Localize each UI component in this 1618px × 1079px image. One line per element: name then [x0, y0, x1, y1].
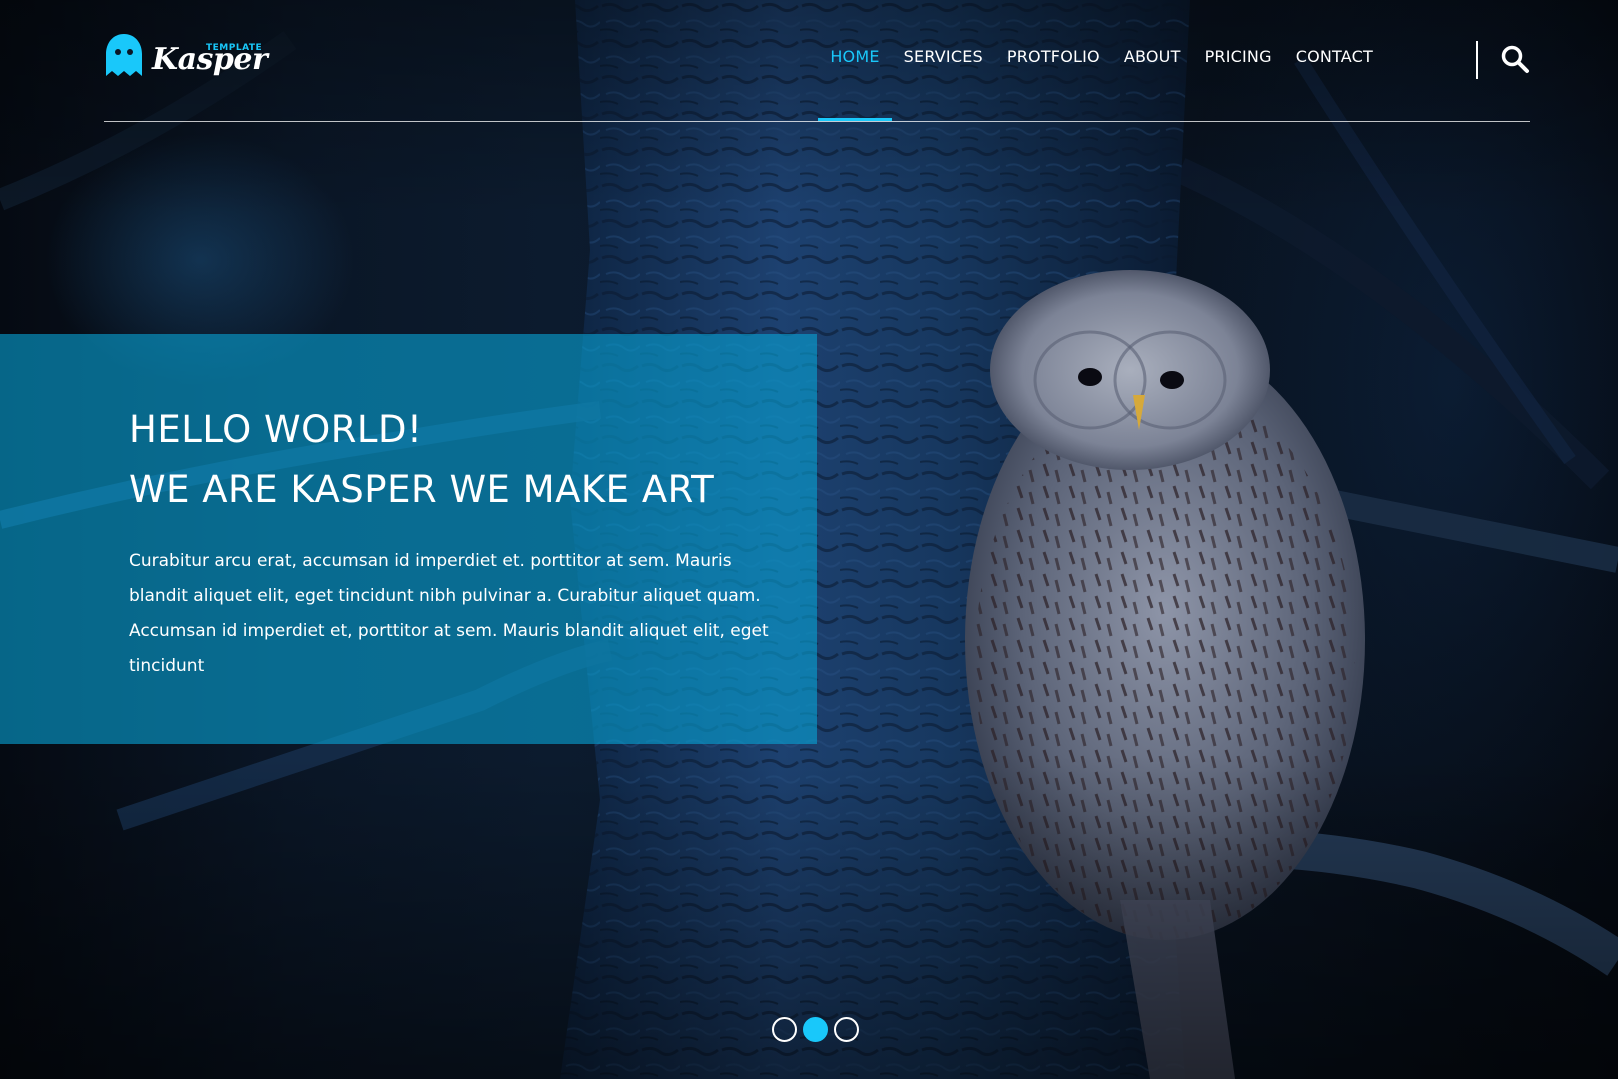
nav-item-home[interactable]: HOME [818, 46, 893, 121]
nav-item-pricing[interactable]: PRICING [1193, 46, 1284, 68]
nav-item-contact[interactable]: CONTACT [1284, 46, 1385, 68]
site-header: Kasper TEMPLATE HOME SERVICES PROTFOLIO … [104, 0, 1530, 122]
nav-item-about[interactable]: ABOUT [1112, 46, 1193, 68]
main-navigation: HOME SERVICES PROTFOLIO ABOUT PRICING CO… [818, 46, 1385, 121]
slider-bullet-3[interactable] [834, 1017, 859, 1042]
slider-bullet-1[interactable] [772, 1017, 797, 1042]
nav-divider [1476, 41, 1478, 79]
slider-bullet-2[interactable] [803, 1017, 828, 1042]
hero-title-line-2: WE ARE KASPER WE MAKE ART [129, 468, 715, 511]
search-icon [1501, 45, 1529, 73]
slider-bullets [772, 1017, 859, 1042]
search-button[interactable] [1500, 44, 1530, 74]
nav-item-portfolio[interactable]: PROTFOLIO [995, 46, 1112, 68]
ghost-logo-icon [106, 34, 142, 76]
hero-content-box: HELLO WORLD! WE ARE KASPER WE MAKE ART C… [0, 334, 817, 744]
brand-tagline: TEMPLATE [206, 43, 263, 53]
hero-title-line-1: HELLO WORLD! [129, 408, 423, 451]
hero-description: Curabitur arcu erat, accumsan id imperdi… [129, 551, 769, 676]
hero-title: HELLO WORLD! WE ARE KASPER WE MAKE ART [129, 400, 789, 520]
nav-item-services[interactable]: SERVICES [892, 46, 995, 68]
brand-logo[interactable]: Kasper TEMPLATE [104, 32, 274, 84]
